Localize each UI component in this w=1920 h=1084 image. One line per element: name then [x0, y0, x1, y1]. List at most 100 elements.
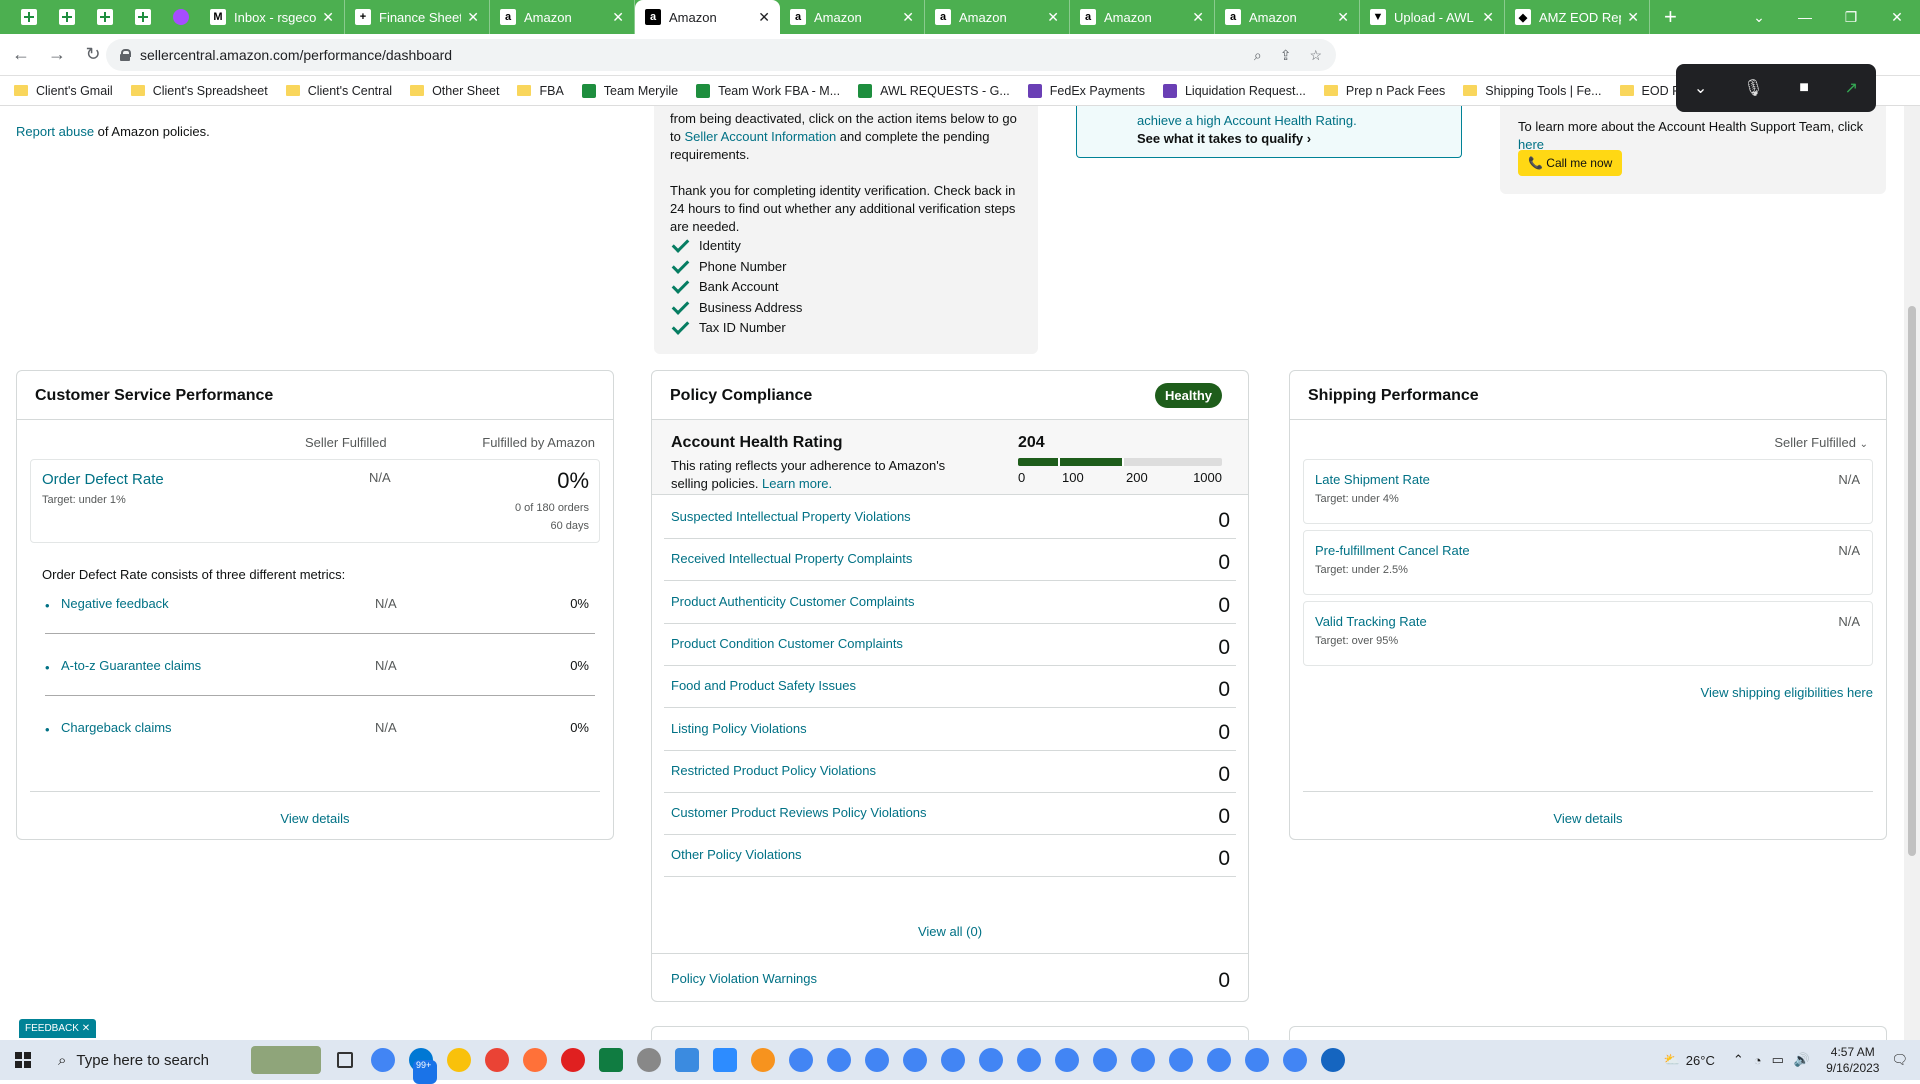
mail-icon[interactable]: 99+ — [402, 1040, 440, 1084]
shipping-metric-link[interactable]: Pre-fulfillment Cancel Rate — [1315, 543, 1470, 558]
close-tab-icon[interactable]: ✕ — [1047, 9, 1059, 26]
notification-icon[interactable]: 🗨 — [1891, 1052, 1908, 1068]
chrome-icon[interactable] — [782, 1040, 820, 1080]
chrome-icon[interactable] — [896, 1040, 934, 1080]
view-details-link[interactable]: View details — [17, 811, 613, 826]
policy-row-link[interactable]: Customer Product Reviews Policy Violatio… — [671, 805, 927, 820]
view-details-link[interactable]: View details — [1290, 811, 1886, 826]
chrome-icon[interactable] — [1048, 1040, 1086, 1080]
browser-tab[interactable]: a Amazon ✕ — [925, 0, 1070, 34]
chrome-icon[interactable] — [934, 1040, 972, 1080]
address-bar[interactable]: sellercentral.amazon.com/performance/das… — [106, 39, 1336, 71]
learn-more-link[interactable]: Learn more. — [762, 476, 832, 491]
close-tab-icon[interactable]: ✕ — [1337, 9, 1349, 26]
policy-row-link[interactable]: Suspected Intellectual Property Violatio… — [671, 509, 911, 524]
view-all-link[interactable]: View all (0) — [652, 924, 1248, 939]
bookmark-item[interactable]: Team Work FBA - M... — [696, 83, 840, 98]
pinned-sheets-tab[interactable] — [131, 5, 155, 29]
policy-row-link[interactable]: Product Authenticity Customer Complaints — [671, 594, 915, 609]
bookmark-item[interactable]: FedEx Payments — [1027, 83, 1145, 98]
tray-overflow-icon[interactable]: ⌃ — [1733, 1052, 1744, 1068]
chrome-icon[interactable] — [1238, 1040, 1276, 1080]
reload-icon[interactable]: ↻ — [78, 44, 108, 65]
browser-tab[interactable]: a Amazon ✕ — [490, 0, 635, 34]
chrome-icon[interactable] — [1314, 1040, 1352, 1080]
bookmark-item[interactable]: AWL REQUESTS - G... — [858, 83, 1010, 98]
policy-row-link[interactable]: Restricted Product Policy Violations — [671, 763, 876, 778]
bookmark-item[interactable]: Client's Spreadsheet — [130, 84, 268, 98]
chrome-icon[interactable] — [1200, 1040, 1238, 1080]
bookmark-item[interactable]: Client's Gmail — [14, 84, 113, 98]
zoom-icon[interactable] — [706, 1040, 744, 1080]
order-defect-rate-link[interactable]: Order Defect Rate — [42, 471, 164, 488]
taskbar-search-box[interactable]: ⌕ Type here to search — [46, 1040, 246, 1080]
close-tab-icon[interactable]: ✕ — [1482, 9, 1494, 26]
metric-link[interactable]: A-to-z Guarantee claims — [61, 658, 201, 673]
close-tab-icon[interactable]: ✕ — [467, 9, 479, 26]
qualify-link[interactable]: See what it takes to qualify — [1137, 131, 1303, 146]
browser-tab[interactable]: ◆ AMZ EOD Repo ✕ — [1505, 0, 1650, 34]
feedback-tab[interactable]: FEEDBACK ✕ — [19, 1019, 97, 1038]
shipping-metric-link[interactable]: Valid Tracking Rate — [1315, 614, 1427, 629]
network-icon[interactable]: ◔ — [1754, 1053, 1762, 1068]
calculator-icon[interactable] — [592, 1040, 630, 1080]
chrome-icon[interactable] — [1276, 1040, 1314, 1080]
bookmark-item[interactable]: Liquidation Request... — [1162, 83, 1306, 98]
wps-icon[interactable] — [554, 1040, 592, 1080]
pinned-sheets-tab[interactable] — [55, 5, 79, 29]
browser-tab[interactable]: M Inbox - rsgecom ✕ — [200, 0, 345, 34]
policy-row-link[interactable]: Other Policy Violations — [671, 847, 802, 862]
return-to-tab-icon[interactable]: ↗ — [1845, 78, 1858, 98]
policy-row-link[interactable]: Food and Product Safety Issues — [671, 678, 856, 693]
browser-tab[interactable]: a Amazon ✕ — [780, 0, 925, 34]
pinned-sheets-tab[interactable] — [93, 5, 117, 29]
close-icon[interactable]: ✕ — [82, 1023, 90, 1034]
windows-start-button[interactable] — [0, 1040, 46, 1080]
browser-tab[interactable]: a Amazon ✕ — [1215, 0, 1360, 34]
back-icon[interactable]: ← — [6, 44, 36, 65]
close-tab-icon[interactable]: ✕ — [758, 9, 770, 26]
file-explorer-icon[interactable] — [440, 1040, 478, 1080]
bookmark-item[interactable]: Client's Central — [285, 84, 392, 98]
policy-row-link[interactable]: Received Intellectual Property Complaint… — [671, 551, 912, 566]
policy-warnings-link[interactable]: Policy Violation Warnings — [671, 971, 817, 986]
notepad-icon[interactable] — [668, 1040, 706, 1080]
taskbar-clock[interactable]: 4:57 AM 9/16/2023 — [1826, 1044, 1879, 1076]
chrome-icon[interactable] — [1162, 1040, 1200, 1080]
close-tab-icon[interactable]: ✕ — [612, 9, 624, 26]
tab-search-icon[interactable]: ⌄ — [1736, 9, 1782, 26]
browser-tab[interactable]: a Amazon ✕ — [635, 0, 780, 34]
browser-tab[interactable]: a Amazon ✕ — [1070, 0, 1215, 34]
metric-link[interactable]: Chargeback claims — [61, 720, 172, 735]
browser-tab[interactable]: ▼ Upload - AWL ✕ — [1360, 0, 1505, 34]
seller-account-info-link[interactable]: Seller Account Information — [684, 129, 836, 144]
pinned-messenger-tab[interactable] — [169, 5, 193, 29]
close-tab-icon[interactable]: ✕ — [902, 9, 914, 26]
chevron-down-icon[interactable]: ⌄ — [1694, 78, 1707, 98]
chrome-icon[interactable] — [364, 1040, 402, 1080]
search-highlight-image[interactable] — [246, 1040, 326, 1080]
task-view-icon[interactable] — [326, 1040, 364, 1080]
call-me-now-button[interactable]: 📞 Call me now — [1518, 150, 1623, 176]
pinned-sheets-tab[interactable] — [17, 5, 41, 29]
bookmark-item[interactable]: Team Meryile — [581, 83, 678, 98]
battery-icon[interactable]: ▭ — [1772, 1052, 1784, 1068]
weather-icon[interactable]: ⛅ — [1664, 1052, 1680, 1068]
page-scrollbar[interactable] — [1904, 106, 1920, 1040]
bookmark-item[interactable]: Prep n Pack Fees — [1323, 84, 1445, 98]
telegram-icon[interactable] — [744, 1040, 782, 1080]
share-icon[interactable]: ⇪ — [1280, 47, 1292, 64]
metric-link[interactable]: Negative feedback — [61, 596, 169, 611]
close-tab-icon[interactable]: ✕ — [322, 9, 334, 26]
fulfillment-filter-dropdown[interactable]: Seller Fulfilled ⌄ — [1774, 435, 1868, 450]
mic-off-icon[interactable]: 🎙 — [1743, 78, 1763, 98]
close-tab-icon[interactable]: ✕ — [1627, 9, 1639, 26]
firefox-icon[interactable] — [516, 1040, 554, 1080]
speaker-icon[interactable]: 🔊 — [1794, 1052, 1810, 1068]
policy-row-link[interactable]: Product Condition Customer Complaints — [671, 636, 903, 651]
chrome-icon[interactable] — [1124, 1040, 1162, 1080]
report-abuse-link[interactable]: Report abuse — [16, 124, 94, 139]
policy-row-link[interactable]: Listing Policy Violations — [671, 721, 807, 736]
bookmark-item[interactable]: FBA — [517, 84, 564, 98]
minimize-button[interactable]: — — [1782, 9, 1828, 25]
